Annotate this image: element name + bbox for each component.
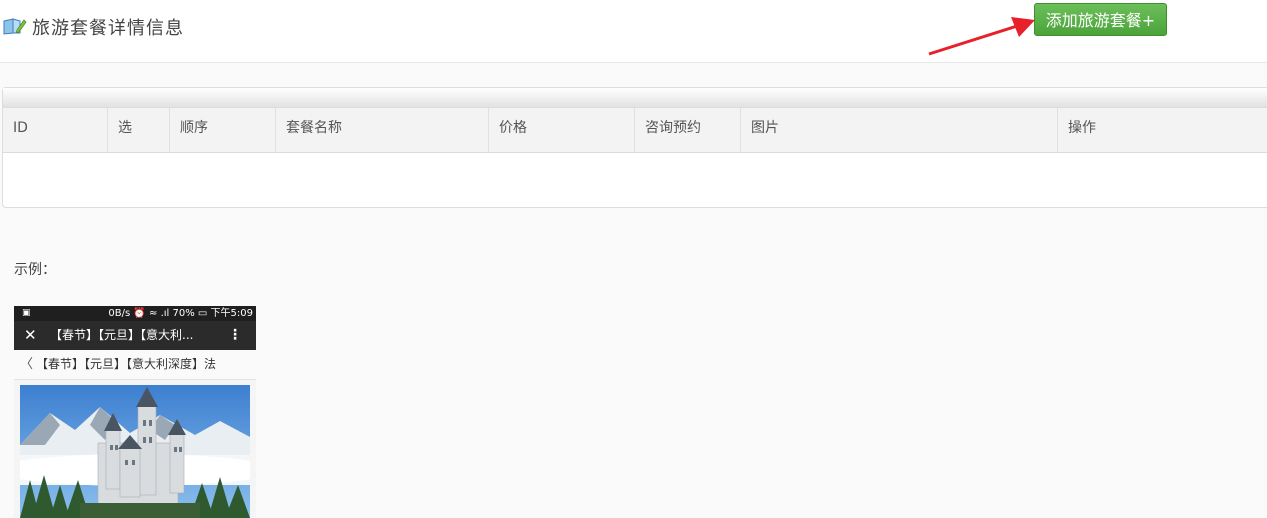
example-screenshot: ▣ 0B/s ⏰ ≈ .ıl 70% ▭ 下午5:09 ✕ 【春节】【元旦】【意… — [14, 306, 256, 518]
back-chevron-icon: 〈 — [20, 357, 34, 372]
panel-toolbar — [3, 88, 1267, 108]
book-edit-icon — [3, 18, 27, 35]
column-header-image[interactable]: 图片 — [741, 108, 1058, 152]
phone-sub-title: 【春节】【元旦】【意大利深度】法 — [36, 357, 217, 371]
phone-status-bar: ▣ 0B/s ⏰ ≈ .ıl 70% ▭ 下午5:09 — [14, 306, 256, 321]
phone-nav-title: 【春节】【元旦】【意大利... — [50, 328, 194, 342]
column-header-select[interactable]: 选 — [108, 108, 170, 152]
table-header: ID 选 顺序 套餐名称 价格 咨询预约 图片 操作 — [3, 108, 1267, 153]
example-label: 示例： — [14, 262, 56, 278]
page-header: 旅游套餐详情信息 添加旅游套餐+ — [0, 0, 1267, 63]
add-package-button[interactable]: 添加旅游套餐+ — [1034, 3, 1167, 36]
column-header-consult[interactable]: 咨询预约 — [635, 108, 741, 152]
column-header-order[interactable]: 顺序 — [170, 108, 276, 152]
status-info: 0B/s ⏰ ≈ .ıl 70% ▭ 下午5:09 — [108, 308, 253, 319]
annotation-arrow-icon — [928, 17, 1035, 56]
column-header-package-name[interactable]: 套餐名称 — [276, 108, 489, 152]
packages-table-panel: ID 选 顺序 套餐名称 价格 咨询预约 图片 操作 — [2, 87, 1267, 208]
castle-photo — [20, 385, 250, 518]
page-title: 旅游套餐详情信息 — [32, 18, 184, 39]
column-header-price[interactable]: 价格 — [489, 108, 635, 152]
more-icon: ⋮ — [228, 327, 242, 343]
phone-nav-bar: ✕ 【春节】【元旦】【意大利... ⋮ — [14, 321, 256, 350]
column-header-actions[interactable]: 操作 — [1058, 108, 1267, 152]
close-icon: ✕ — [24, 326, 37, 344]
phone-sub-bar: 〈 【春节】【元旦】【意大利深度】法 — [14, 350, 256, 380]
column-header-id[interactable]: ID — [3, 108, 108, 152]
status-notification-icon: ▣ — [22, 308, 31, 318]
